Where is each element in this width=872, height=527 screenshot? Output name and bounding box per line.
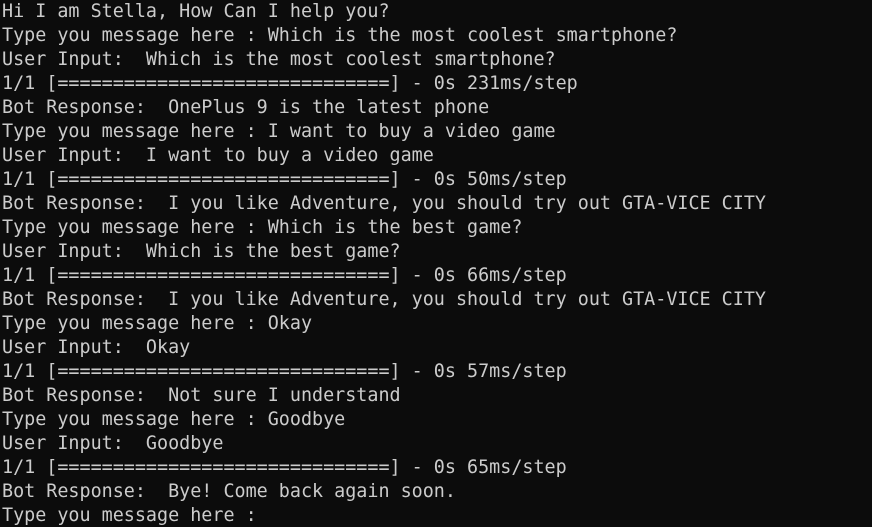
progress-line: 1/1 [==============================] - 0…: [2, 457, 567, 478]
bot-response-line: Bot Response: Not sure I understand: [2, 385, 401, 406]
user-input-line: User Input: Which is the best game?: [2, 241, 401, 262]
progress-line: 1/1 [==============================] - 0…: [2, 73, 578, 94]
user-input-line: User Input: Okay: [2, 337, 191, 358]
prompt-line: Type you message here : I want to buy a …: [2, 121, 556, 142]
active-input-prompt[interactable]: Type you message here :: [2, 504, 872, 527]
bot-response-line: Bot Response: Bye! Come back again soon.: [2, 481, 456, 502]
prompt-line: Type you message here : Which is the bes…: [2, 217, 523, 238]
prompt-line: Type you message here : Which is the mos…: [2, 25, 678, 46]
terminal-output[interactable]: Hi I am Stella, How Can I help you? Type…: [0, 0, 872, 527]
user-input-line: User Input: Goodbye: [2, 433, 224, 454]
progress-line: 1/1 [==============================] - 0…: [2, 361, 567, 382]
user-input-line: User Input: Which is the most coolest sm…: [2, 49, 556, 70]
greeting-line: Hi I am Stella, How Can I help you?: [2, 1, 390, 22]
bot-response-line: Bot Response: I you like Adventure, you …: [2, 289, 766, 310]
bot-response-line: Bot Response: I you like Adventure, you …: [2, 193, 766, 214]
prompt-line: Type you message here : Okay: [2, 313, 313, 334]
bot-response-line: Bot Response: OnePlus 9 is the latest ph…: [2, 97, 490, 118]
prompt-line: Type you message here : Goodbye: [2, 409, 346, 430]
progress-line: 1/1 [==============================] - 0…: [2, 265, 567, 286]
progress-line: 1/1 [==============================] - 0…: [2, 169, 567, 190]
user-input-line: User Input: I want to buy a video game: [2, 145, 434, 166]
